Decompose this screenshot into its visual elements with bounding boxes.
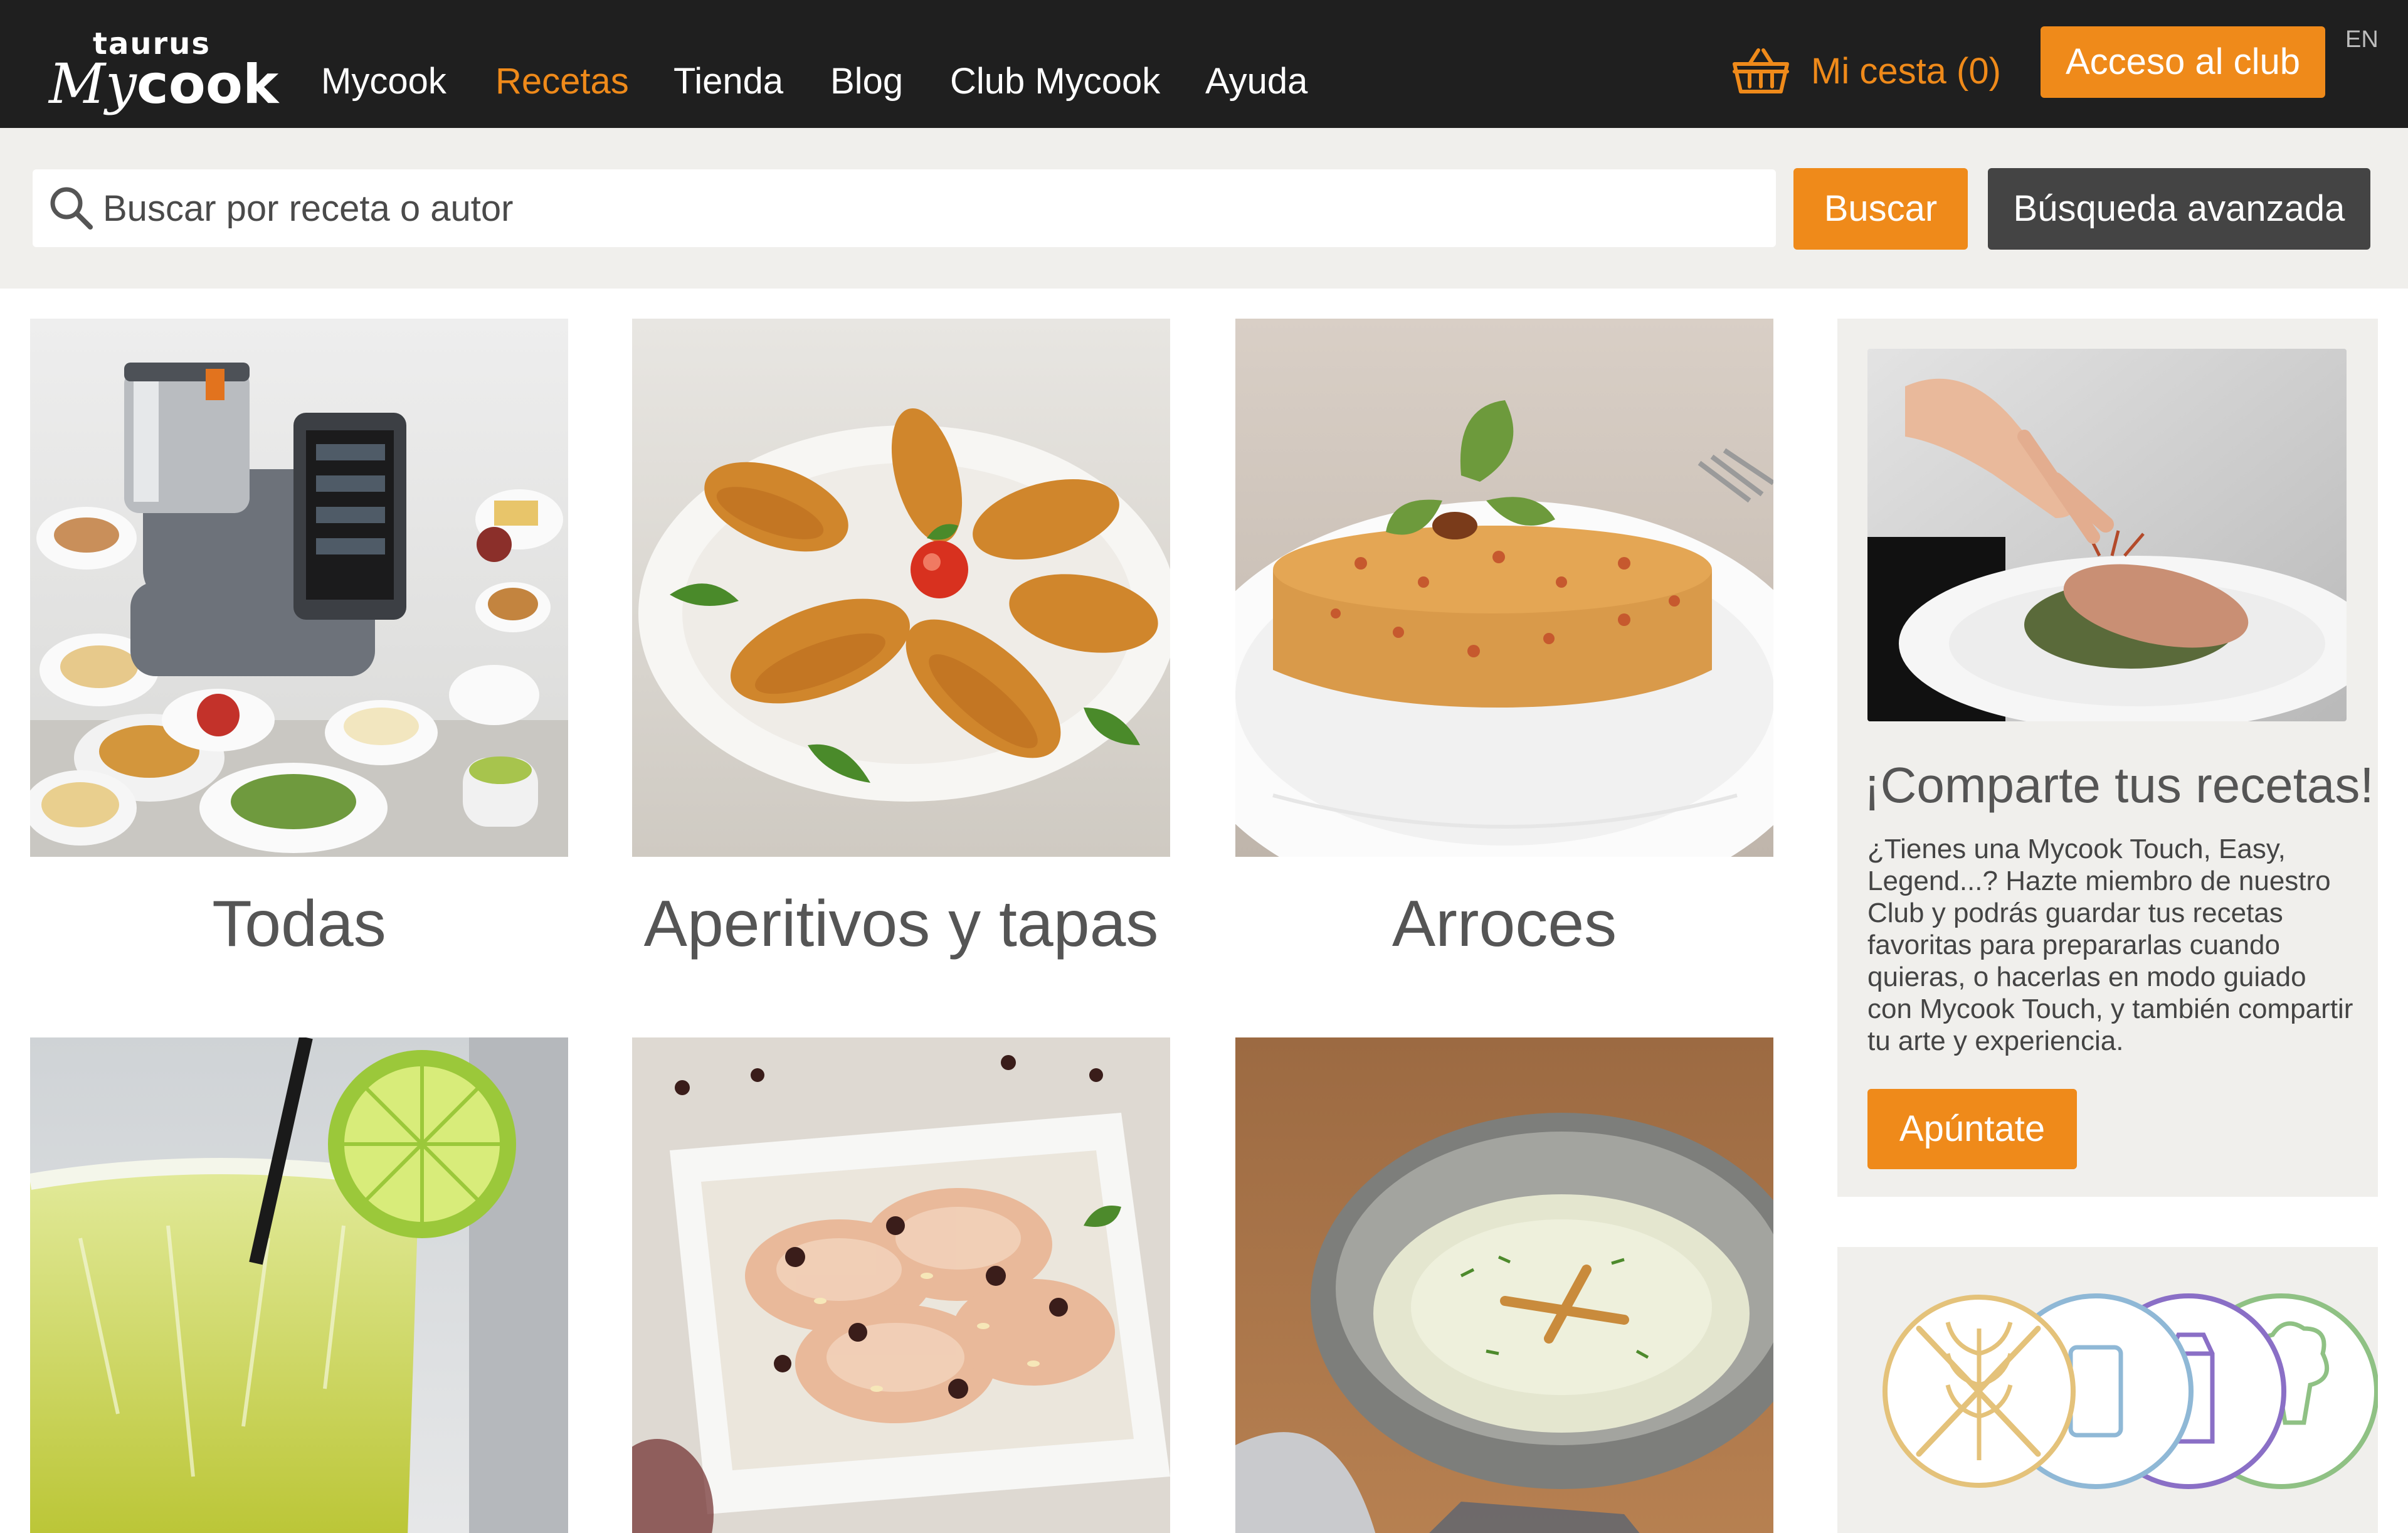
chicken-raisins-image xyxy=(632,1037,1170,1533)
lime-cocktail-image xyxy=(30,1037,568,1533)
category-label: Aperitivos y tapas xyxy=(643,888,1159,960)
promo-description: ¿Tienes una Mycook Touch, Easy, Legend..… xyxy=(1867,834,2353,1056)
search-input[interactable] xyxy=(102,169,1757,247)
nav-item-club-mycook[interactable]: Club Mycook xyxy=(950,58,1160,105)
mycook-logo[interactable]: taurus Mycook xyxy=(49,28,278,115)
basket-icon[interactable] xyxy=(1731,44,1791,97)
category-card-bebidas[interactable] xyxy=(30,1037,568,1533)
advanced-search-button[interactable]: Búsqueda avanzada xyxy=(1988,168,2370,250)
share-recipes-panel: ¡Comparte tus recetas! ¿Tienes una Mycoo… xyxy=(1837,319,2378,1197)
search-box[interactable] xyxy=(33,169,1776,247)
club-access-button[interactable]: Acceso al club xyxy=(2041,26,2325,98)
cream-soup-image xyxy=(1235,1037,1773,1533)
nav-item-blog[interactable]: Blog xyxy=(830,58,903,105)
chef-plating-image xyxy=(1867,349,2347,721)
category-card-todas[interactable]: Todas xyxy=(30,319,568,984)
category-card-arroces[interactable]: Arroces xyxy=(1235,319,1773,984)
site-header: taurus Mycook Mycook Recetas Tienda Blog… xyxy=(0,0,2408,128)
search-button[interactable]: Buscar xyxy=(1793,168,1968,250)
nav-item-tienda[interactable]: Tienda xyxy=(673,58,783,105)
croquettes-image xyxy=(632,319,1170,857)
category-label: Todas xyxy=(212,888,386,960)
cart-link[interactable]: Mi cesta (0) xyxy=(1811,48,2001,95)
nav-item-recetas[interactable]: Recetas xyxy=(495,58,629,105)
search-band: Buscar Búsqueda avanzada xyxy=(0,128,2408,289)
gluten-free-icon[interactable] xyxy=(1883,1295,2076,1488)
nav-item-ayuda[interactable]: Ayuda xyxy=(1205,58,1307,105)
category-card-cremas[interactable] xyxy=(1235,1037,1773,1533)
category-label: Arroces xyxy=(1391,888,1617,960)
diet-filters-panel xyxy=(1837,1247,2378,1533)
rice-timbale-image xyxy=(1235,319,1773,857)
category-card-carnes[interactable] xyxy=(632,1037,1170,1533)
category-card-aperitivos[interactable]: Aperitivos y tapas xyxy=(632,319,1170,984)
mycook-machine-image xyxy=(30,319,568,857)
mycook-wordmark: Mycook xyxy=(49,51,279,116)
nav-item-mycook[interactable]: Mycook xyxy=(321,58,446,105)
signup-button[interactable]: Apúntate xyxy=(1867,1089,2077,1169)
search-icon xyxy=(50,187,93,230)
promo-title: ¡Comparte tus recetas! xyxy=(1864,757,2374,813)
language-switch[interactable]: EN xyxy=(2345,25,2379,54)
